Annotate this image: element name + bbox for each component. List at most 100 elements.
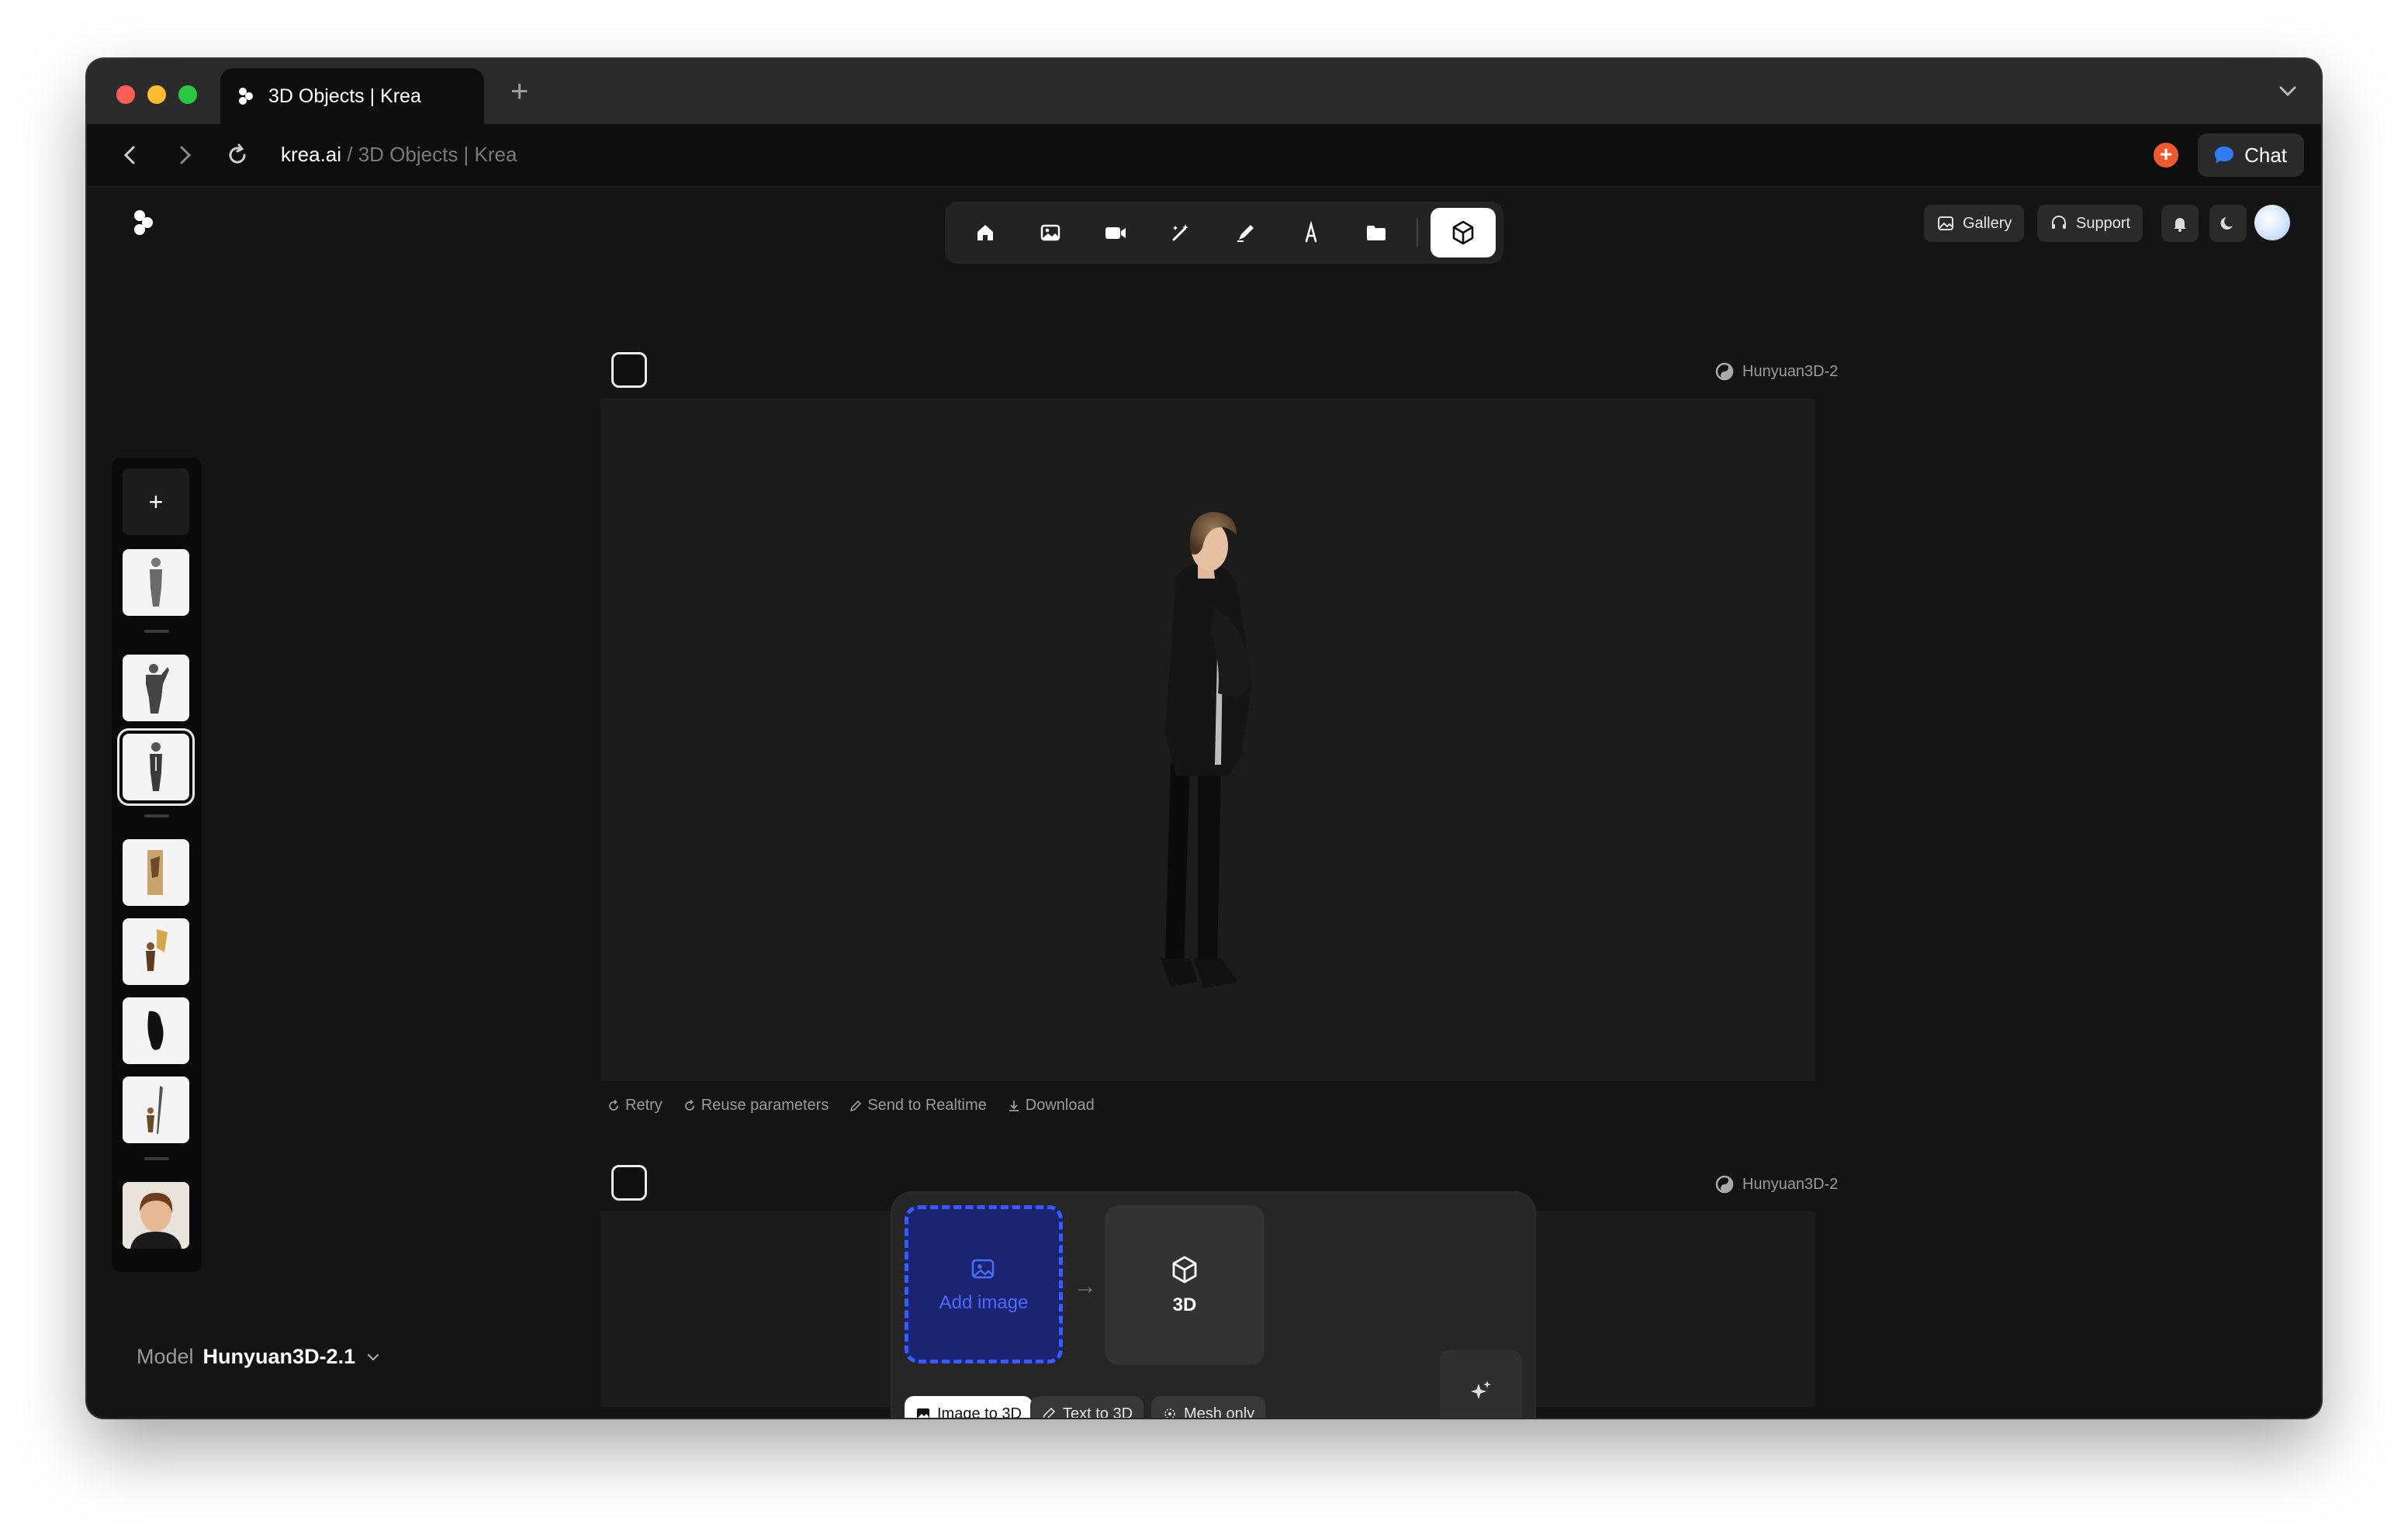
retry-label: Retry — [625, 1097, 663, 1114]
input-image-thumbnail[interactable] — [611, 1165, 647, 1201]
bell-icon — [2174, 218, 2186, 232]
tool-nav — [945, 202, 1503, 264]
folder-icon[interactable] — [1356, 213, 1396, 253]
history-thumbnail[interactable] — [123, 918, 189, 985]
krea-logo-icon[interactable] — [132, 209, 155, 236]
history-sidebar: + — [112, 458, 202, 1272]
browser-tab[interactable]: 3D Objects | Krea — [220, 68, 484, 124]
3d-model-figure — [1161, 512, 1252, 988]
reload-icon[interactable] — [225, 143, 250, 168]
close-window-button[interactable] — [116, 85, 135, 104]
input-image-thumbnail[interactable] — [611, 352, 647, 388]
history-thumbnail[interactable] — [123, 1182, 189, 1249]
output-3d-label: 3D — [1172, 1294, 1197, 1315]
url-domain: krea.ai — [281, 143, 342, 166]
cube-icon[interactable] — [1431, 208, 1496, 257]
history-thumbnail[interactable] — [123, 549, 189, 616]
arrow-right-icon: → — [1074, 1274, 1097, 1299]
chat-bubble-icon — [2215, 147, 2234, 164]
headset-icon — [2052, 216, 2066, 229]
edit-icon[interactable] — [1226, 213, 1266, 253]
reuse-icon — [684, 1099, 694, 1111]
font-icon[interactable] — [1291, 213, 1331, 253]
extension-plus-icon[interactable]: + — [2154, 143, 2178, 168]
video-icon[interactable] — [1095, 213, 1136, 253]
chat-label: Chat — [2244, 143, 2287, 167]
support-label: Support — [2076, 214, 2131, 232]
mode-text-to-3d[interactable]: Text to 3D — [1030, 1396, 1144, 1419]
browser-window: 3D Objects | Krea + krea.ai / 3D Objects… — [87, 59, 2321, 1418]
history-thumbnail[interactable] — [123, 839, 189, 906]
app-area: Gallery Support + Hunyuan3D-2 Retry Reus… — [98, 188, 2310, 1418]
mode-mesh-only[interactable]: Mesh only — [1151, 1396, 1266, 1419]
sidebar-divider — [144, 1157, 169, 1160]
prompt-composer: Add image → 3D Image to 3D Text to 3D Me… — [892, 1193, 1534, 1418]
history-thumbnail-selected[interactable] — [123, 734, 189, 800]
enhance-icon[interactable] — [1161, 213, 1201, 253]
cube-icon — [1172, 1256, 1197, 1284]
history-thumbnail[interactable] — [123, 1077, 189, 1143]
support-button[interactable]: Support — [2037, 205, 2143, 242]
image-icon[interactable] — [1030, 213, 1071, 253]
url-path: / 3D Objects | Krea — [341, 143, 517, 166]
image-icon — [917, 1408, 929, 1418]
maximize-window-button[interactable] — [178, 85, 197, 104]
download-button[interactable]: Download — [1007, 1097, 1095, 1115]
sidebar-divider — [144, 630, 169, 633]
model-name: Hunyuan3D-2 — [1742, 1175, 1839, 1193]
add-image-dropzone[interactable]: Add image — [905, 1205, 1063, 1363]
gallery-icon — [1938, 216, 1953, 230]
nav-divider — [1417, 219, 1418, 247]
add-image-label: Add image — [939, 1292, 1029, 1313]
generation-actions: Retry Reuse parameters Send to Realtime … — [607, 1097, 1095, 1115]
back-icon[interactable] — [118, 143, 143, 168]
mode-label: Text to 3D — [1063, 1405, 1133, 1419]
tab-bar: 3D Objects | Krea + — [87, 59, 2321, 124]
sparkle-icon — [1471, 1381, 1491, 1399]
gallery-label: Gallery — [1963, 214, 2012, 232]
model-logo-icon — [1715, 362, 1734, 381]
sidebar-divider — [144, 814, 169, 817]
home-icon[interactable] — [965, 213, 1005, 253]
chevron-down-icon[interactable] — [2276, 79, 2299, 102]
retry-button[interactable]: Retry — [607, 1097, 663, 1115]
moon-icon — [2220, 217, 2233, 230]
tab-title: 3D Objects | Krea — [268, 85, 421, 107]
download-label: Download — [1025, 1097, 1095, 1114]
3d-model-viewer[interactable] — [600, 399, 1815, 1081]
mesh-icon — [1164, 1408, 1175, 1418]
add-image-icon — [971, 1259, 995, 1279]
theme-toggle-button[interactable] — [2209, 205, 2247, 242]
send-to-realtime-button[interactable]: Send to Realtime — [849, 1097, 987, 1115]
forward-icon[interactable] — [172, 143, 197, 168]
model-selector[interactable]: Model Hunyuan3D-2.1 — [137, 1345, 382, 1369]
download-icon — [1009, 1100, 1019, 1111]
reuse-parameters-label: Reuse parameters — [701, 1097, 829, 1114]
history-thumbnail[interactable] — [123, 655, 189, 721]
chat-button[interactable]: Chat — [2198, 133, 2304, 177]
pencil-icon — [1043, 1407, 1056, 1418]
retry-icon — [609, 1099, 618, 1111]
notifications-button[interactable] — [2161, 205, 2199, 242]
new-tab-button[interactable]: + — [510, 76, 528, 107]
model-logo-icon — [1715, 1175, 1734, 1194]
generation-model-label: Hunyuan3D-2 — [1714, 361, 1838, 382]
pencil-icon — [850, 1100, 862, 1111]
url-field[interactable]: krea.ai / 3D Objects | Krea — [281, 143, 517, 167]
output-3d-card: 3D — [1105, 1205, 1265, 1365]
chevron-down-icon — [367, 1353, 379, 1361]
mode-label: Image to 3D — [937, 1405, 1022, 1419]
send-to-realtime-label: Send to Realtime — [867, 1097, 987, 1114]
new-generation-button[interactable]: + — [123, 468, 189, 535]
generate-button[interactable] — [1440, 1350, 1522, 1418]
gallery-button[interactable]: Gallery — [1924, 205, 2025, 242]
history-thumbnail[interactable] — [123, 997, 189, 1064]
mode-label: Mesh only — [1184, 1405, 1255, 1419]
user-avatar[interactable] — [2254, 205, 2290, 240]
generation-model-label: Hunyuan3D-2 — [1714, 1174, 1838, 1194]
krea-favicon-icon — [239, 88, 253, 105]
minimize-window-button[interactable] — [147, 85, 166, 104]
mode-image-to-3d[interactable]: Image to 3D — [905, 1396, 1033, 1418]
reuse-parameters-button[interactable]: Reuse parameters — [683, 1097, 829, 1115]
model-name: Hunyuan3D-2 — [1742, 362, 1839, 380]
